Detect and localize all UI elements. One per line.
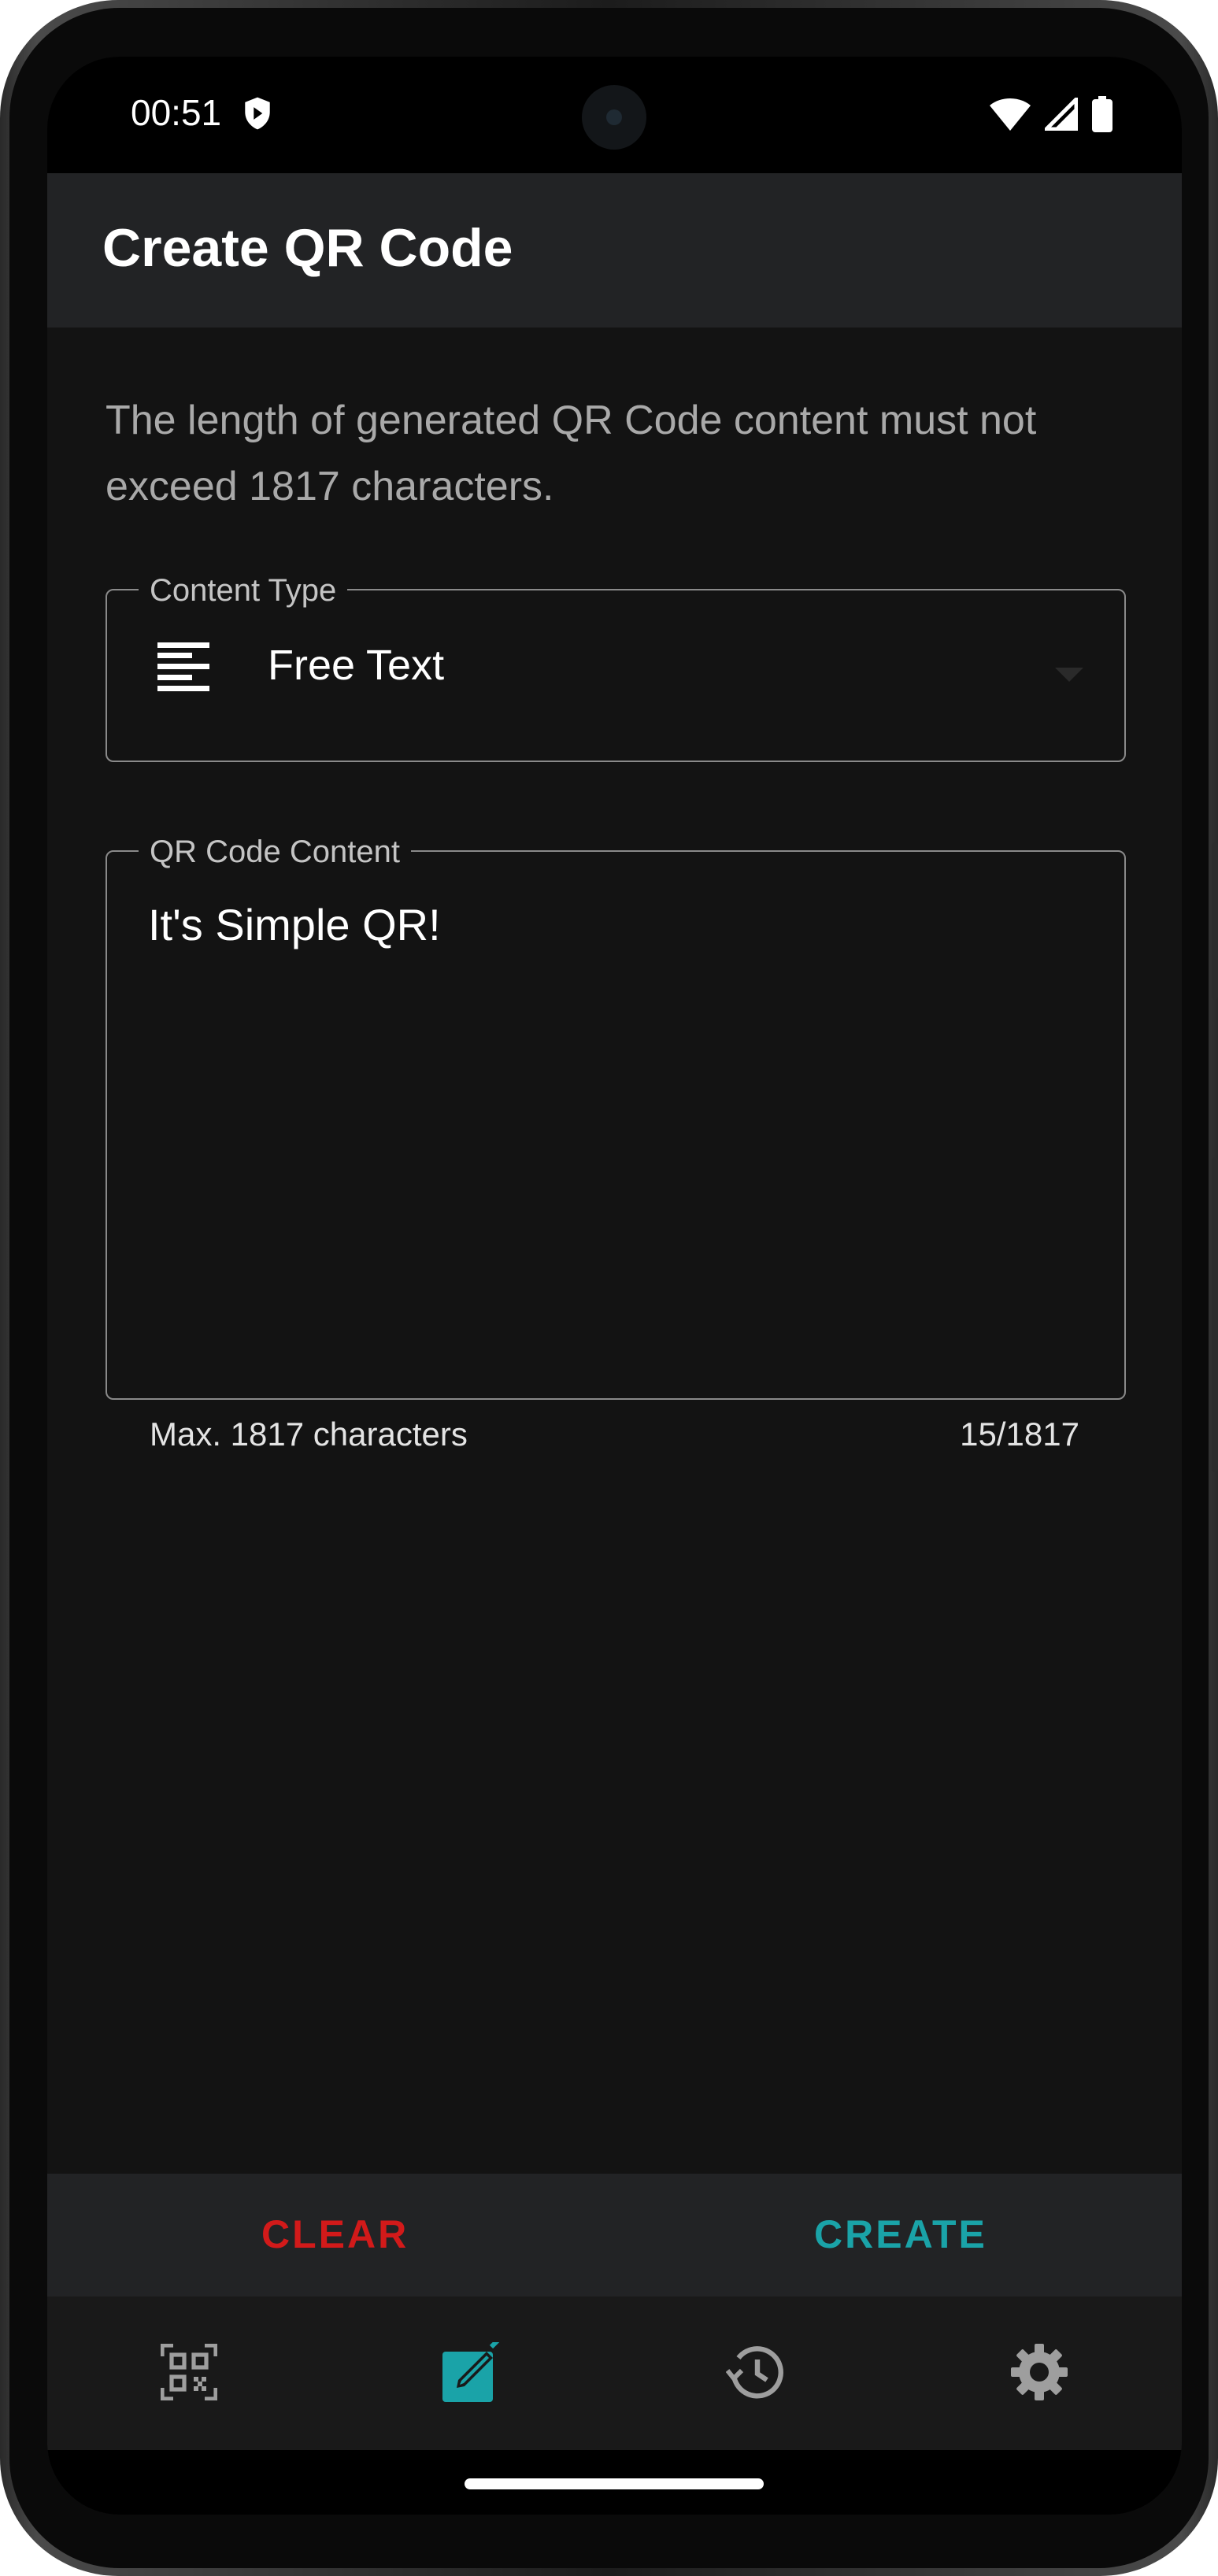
qr-scan-icon: [160, 2342, 218, 2404]
action-bar: CLEAR CREATE: [47, 2174, 1182, 2297]
nav-settings[interactable]: [1008, 2342, 1071, 2405]
clear-button[interactable]: CLEAR: [261, 2211, 409, 2257]
signal-icon: [1041, 94, 1079, 135]
content-type-label: Content Type: [139, 573, 348, 609]
qr-content-label: QR Code Content: [139, 835, 411, 870]
volume-button: [1212, 842, 1218, 1000]
qr-content-value[interactable]: It's Simple QR!: [148, 899, 441, 950]
max-characters-helper: Max. 1817 characters: [150, 1416, 468, 1453]
phone-frame: 00:51 Create QR Code The length of gener…: [0, 0, 1218, 2576]
nav-history[interactable]: [724, 2342, 787, 2405]
power-button: [1212, 1157, 1218, 1472]
phone-bezel: 00:51 Create QR Code The length of gener…: [9, 8, 1209, 2568]
create-button[interactable]: CREATE: [814, 2211, 987, 2257]
wifi-icon: [990, 98, 1031, 135]
screen: 00:51 Create QR Code The length of gener…: [47, 57, 1182, 2515]
create-edit-icon: [442, 2338, 502, 2406]
shield-icon: [242, 96, 272, 135]
settings-icon: [1009, 2342, 1069, 2406]
history-icon: [725, 2342, 786, 2406]
bottom-navigation: [47, 2297, 1182, 2450]
nav-scan[interactable]: [157, 2342, 220, 2405]
gesture-area: [47, 2450, 1182, 2515]
home-gesture-bar[interactable]: [465, 2478, 764, 2489]
front-camera: [582, 85, 646, 150]
content-type-value: Free Text: [268, 642, 445, 689]
length-info-text: The length of generated QR Code content …: [106, 398, 1037, 509]
free-text-icon: [157, 642, 209, 695]
app-bar: Create QR Code: [47, 173, 1182, 328]
page-title: Create QR Code: [102, 218, 513, 278]
qr-content-textarea[interactable]: QR Code Content It's Simple QR!: [106, 835, 1126, 1400]
status-time: 00:51: [131, 92, 222, 133]
status-bar: 00:51: [47, 57, 1182, 173]
chevron-down-icon: [1055, 668, 1083, 682]
nav-create[interactable]: [441, 2338, 504, 2406]
content-type-dropdown[interactable]: Content Type Free Text: [106, 573, 1126, 762]
character-counter: 15/1817: [960, 1416, 1079, 1453]
battery-icon: [1092, 96, 1112, 136]
